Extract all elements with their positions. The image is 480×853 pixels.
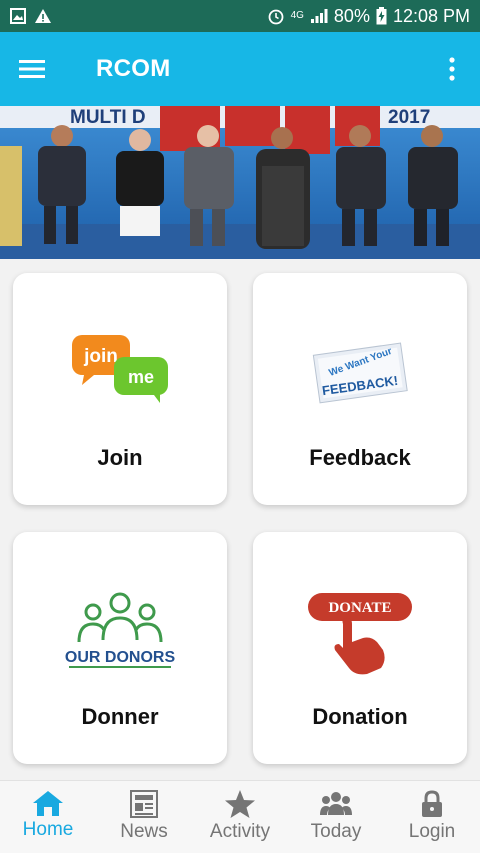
menu-button[interactable] bbox=[0, 32, 64, 106]
status-bar: 4G 80% 12:08 PM bbox=[0, 0, 480, 32]
nav-activity[interactable]: Activity bbox=[192, 781, 288, 853]
newspaper-icon bbox=[130, 790, 158, 818]
donate-icon: DONATE bbox=[305, 590, 415, 681]
join-me-icon: join me bbox=[70, 333, 170, 408]
join-icon-text: join bbox=[83, 346, 118, 367]
nav-news-label: News bbox=[120, 821, 168, 842]
warning-notification-icon bbox=[35, 9, 51, 23]
network-type: 4G bbox=[290, 10, 304, 21]
donate-icon-text: DONATE bbox=[328, 600, 391, 616]
lock-icon bbox=[422, 790, 442, 817]
banner-image: MULTI D 2017 bbox=[0, 106, 480, 259]
clock: 12:08 PM bbox=[392, 5, 470, 26]
nav-today[interactable]: Today bbox=[288, 781, 384, 853]
home-icon bbox=[33, 791, 63, 816]
app-bar: RCOM bbox=[0, 32, 480, 106]
card-donation[interactable]: DONATE Donation bbox=[253, 532, 467, 764]
our-donors-icon: OUR DONORS bbox=[65, 590, 175, 677]
card-join[interactable]: join me Join bbox=[13, 273, 227, 505]
star-icon bbox=[225, 790, 255, 818]
card-donner-label: Donner bbox=[81, 704, 159, 729]
nav-login-label: Login bbox=[408, 821, 456, 842]
nav-home[interactable]: Home bbox=[0, 781, 96, 853]
app-title: RCOM bbox=[96, 55, 171, 82]
our-donors-icon-text: OUR DONORS bbox=[65, 649, 175, 666]
alarm-icon bbox=[268, 9, 283, 25]
battery-percent: 80% bbox=[333, 5, 370, 26]
gallery-notification-icon bbox=[10, 8, 26, 24]
more-vertical-icon bbox=[449, 57, 455, 81]
card-donation-label: Donation bbox=[312, 704, 408, 729]
hamburger-icon bbox=[19, 60, 45, 78]
card-feedback[interactable]: We Want Your FEEDBACK! Feedback bbox=[253, 273, 467, 505]
battery-charging-icon bbox=[376, 7, 387, 25]
nav-activity-label: Activity bbox=[209, 821, 271, 842]
signal-icon bbox=[310, 9, 328, 23]
card-donner[interactable]: OUR DONORS Donner bbox=[13, 532, 227, 764]
people-icon bbox=[320, 792, 352, 815]
card-feedback-label: Feedback bbox=[309, 445, 411, 470]
nav-today-label: Today bbox=[310, 821, 362, 842]
card-join-label: Join bbox=[97, 445, 143, 470]
overflow-menu-button[interactable] bbox=[424, 32, 480, 106]
banner-text-left: MULTI D bbox=[70, 107, 146, 128]
group-photo-illustration: MULTI D 2017 bbox=[0, 106, 480, 259]
banner-text-right: 2017 bbox=[388, 107, 430, 128]
nav-login[interactable]: Login bbox=[384, 781, 480, 853]
feedback-icon: We Want Your FEEDBACK! bbox=[310, 335, 410, 412]
nav-news[interactable]: News bbox=[96, 781, 192, 853]
nav-home-label: Home bbox=[22, 819, 74, 840]
me-icon-text: me bbox=[128, 367, 154, 387]
bottom-navigation: Home News Activity Today Login bbox=[0, 780, 480, 853]
